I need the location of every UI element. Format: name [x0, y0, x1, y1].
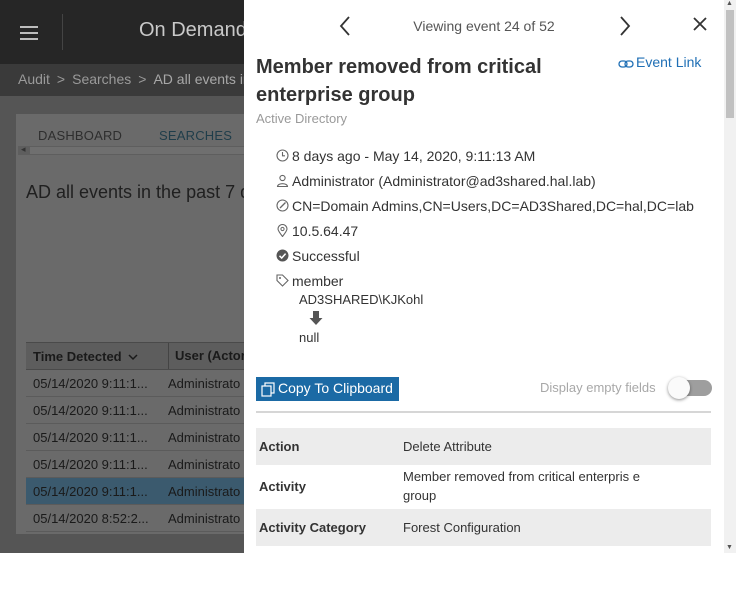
breadcrumb-searches[interactable]: Searches	[72, 71, 131, 87]
top-bar: On Demand	[0, 0, 244, 64]
copy-to-clipboard-button[interactable]: Copy To Clipboard	[256, 377, 399, 401]
cell-user: Administrato	[168, 430, 241, 445]
copy-icon	[261, 382, 275, 397]
cell-user: Administrato	[168, 376, 241, 391]
column-user-actor[interactable]: User (Actor)	[168, 343, 244, 369]
breadcrumb-audit[interactable]: Audit	[18, 71, 50, 87]
breadcrumb: Audit > Searches > AD all events in t	[0, 64, 244, 96]
cell-time: 05/14/2020 9:11:1...	[33, 484, 148, 499]
event-detail-panel: ▲ ▼ Viewing event 24 of 52 Member remove…	[244, 0, 736, 553]
user-icon	[276, 174, 289, 187]
cell-time: 05/14/2020 9:11:1...	[33, 457, 148, 472]
detail-row-action: Action Delete Attribute	[256, 428, 711, 465]
scroll-up-icon[interactable]: ▲	[726, 0, 733, 7]
tab-bar: DASHBOARD SEARCHES ◂	[16, 114, 244, 155]
display-empty-fields-toggle[interactable]	[668, 377, 712, 399]
attribute-new-value: null	[299, 330, 320, 345]
meta-time-text: 8 days ago - May 14, 2020, 9:11:13 AM	[292, 148, 536, 164]
event-details-table: Action Delete Attribute Activity Member …	[256, 428, 711, 546]
tag-icon	[276, 274, 289, 287]
event-link-label: Event Link	[636, 54, 702, 70]
topbar-divider	[62, 14, 63, 50]
check-circle-icon	[276, 249, 289, 262]
event-link[interactable]: Event Link	[618, 54, 701, 70]
meta-ip-text: 10.5.64.47	[292, 223, 359, 239]
detail-value: Member removed from critical enterpris e…	[403, 469, 640, 503]
detail-value: Delete Attribute	[403, 439, 492, 454]
detail-row-activity-category: Activity Category Forest Configuration	[256, 509, 711, 546]
display-empty-fields-label: Display empty fields	[540, 380, 656, 395]
cell-time: 05/14/2020 9:11:1...	[33, 403, 148, 418]
clock-icon	[276, 149, 289, 162]
attribute-old-value: AD3SHARED\KJKohl	[299, 292, 424, 307]
cell-user: Administrato	[168, 511, 241, 526]
detail-key: Action	[259, 439, 300, 454]
hamburger-menu-icon[interactable]	[20, 26, 38, 40]
tab-scroll-thumb[interactable]	[30, 147, 244, 154]
cell-user: Administrato	[168, 484, 241, 499]
cell-time: 05/14/2020 8:52:2...	[33, 511, 149, 526]
meta-status-text: Successful	[292, 248, 360, 264]
sort-chevron-down-icon	[128, 354, 138, 361]
events-grid: Time Detected User (Actor) 05/14/2020 9:…	[26, 342, 244, 532]
table-row-selected[interactable]: 05/14/2020 9:11:1... Administrato	[26, 478, 244, 505]
background-app: On Demand Audit > Searches > AD all events i…	[0, 0, 244, 553]
table-row[interactable]: 05/14/2020 8:52:2... Administrato	[26, 505, 244, 532]
breadcrumb-separator: >	[56, 71, 66, 87]
event-counter: Viewing event 24 of 52	[413, 18, 555, 34]
arrow-down-icon	[309, 311, 323, 325]
previous-event-chevron-icon[interactable]	[336, 14, 356, 38]
scroll-left-icon[interactable]: ◂	[21, 144, 26, 155]
close-icon[interactable]	[690, 14, 710, 34]
link-icon	[618, 60, 634, 68]
cell-time: 05/14/2020 9:11:1...	[33, 430, 148, 445]
copy-to-clipboard-label: Copy To Clipboard	[278, 380, 393, 396]
cell-time: 05/14/2020 9:11:1...	[33, 376, 148, 391]
search-title: AD all events in the past 7 da	[26, 182, 244, 202]
location-pin-icon	[277, 224, 288, 237]
panel-scrollbar[interactable]: ▲ ▼	[724, 0, 736, 553]
table-row[interactable]: 05/14/2020 9:11:1... Administrato	[26, 397, 244, 424]
grid-header: Time Detected User (Actor)	[26, 342, 244, 370]
table-row[interactable]: 05/14/2020 9:11:1... Administrato	[26, 451, 244, 478]
tab-scrollbar[interactable]: ◂	[18, 144, 244, 155]
detail-value: Forest Configuration	[403, 520, 521, 535]
next-event-chevron-icon[interactable]	[614, 14, 634, 38]
search-content-card: DASHBOARD SEARCHES ◂ AD all events in th…	[16, 114, 244, 534]
meta-user-text: Administrator (Administrator@ad3shared.h…	[292, 173, 596, 189]
scroll-down-icon[interactable]: ▼	[726, 544, 733, 551]
column-time-detected[interactable]: Time Detected	[33, 349, 138, 364]
detail-key: Activity Category	[259, 520, 366, 535]
table-row[interactable]: 05/14/2020 9:11:1... Administrato	[26, 370, 244, 397]
event-title: Member removed from critical enterprise …	[256, 56, 542, 106]
app-title: On Demand	[139, 19, 244, 41]
detail-key: Activity	[259, 479, 306, 494]
target-pen-icon	[276, 199, 289, 212]
cell-user: Administrato	[168, 403, 241, 418]
section-divider	[256, 411, 711, 413]
detail-row-activity: Activity Member removed from critical en…	[256, 465, 711, 509]
panel-scroll-thumb[interactable]	[726, 10, 734, 118]
breadcrumb-current: AD all events in t	[153, 71, 244, 87]
tab-dashboard[interactable]: DASHBOARD	[38, 128, 122, 143]
cell-user: Administrato	[168, 457, 241, 472]
table-row[interactable]: 05/14/2020 9:11:1... Administrato	[26, 424, 244, 451]
event-source: Active Directory	[256, 111, 348, 126]
tab-searches[interactable]: SEARCHES	[159, 128, 232, 143]
meta-attribute-text: member	[292, 273, 344, 289]
toggle-knob[interactable]	[668, 377, 690, 399]
breadcrumb-separator: >	[138, 71, 147, 87]
meta-target-dn-text: CN=Domain Admins,CN=Users,DC=AD3Shared,D…	[292, 198, 694, 214]
